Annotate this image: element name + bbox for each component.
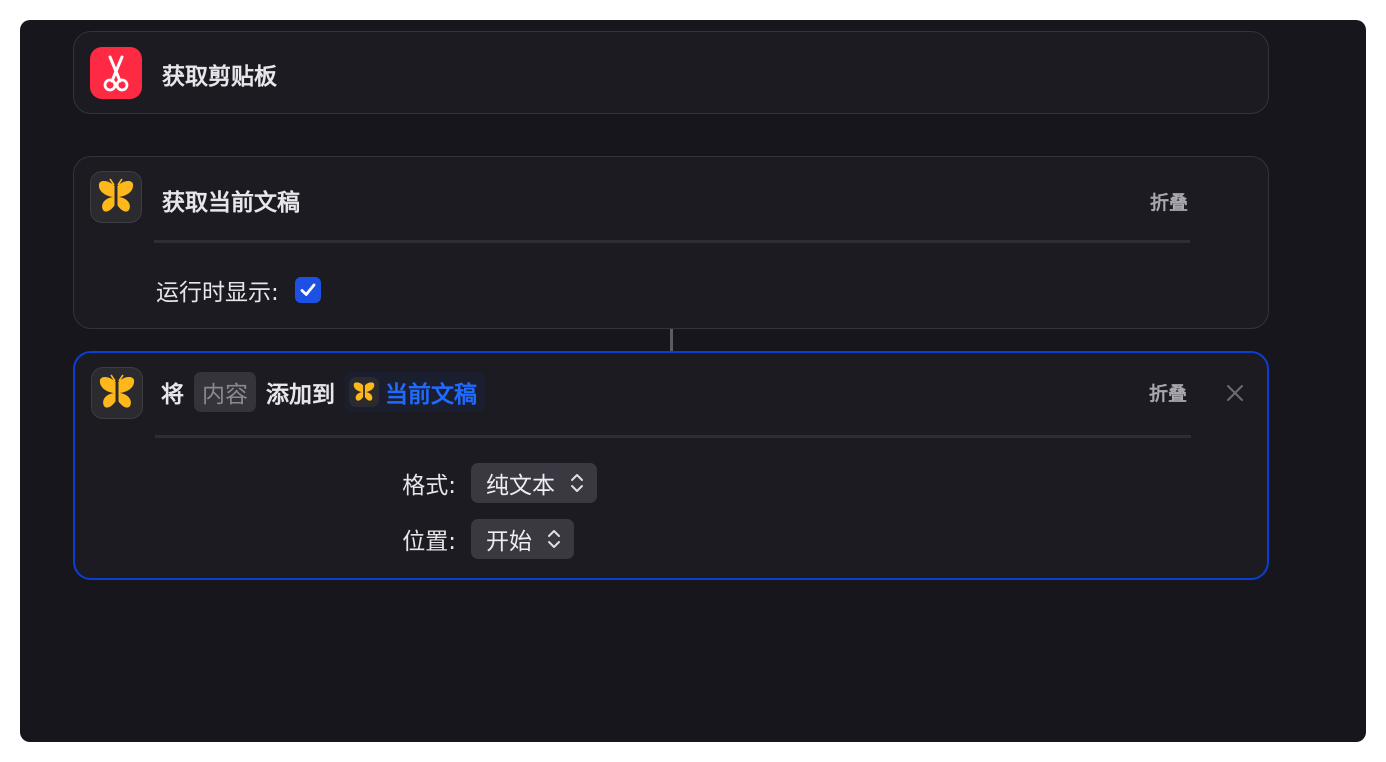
show-when-run-option: 运行时显示: [156,273,321,307]
current-sheet-variable[interactable]: 当前文稿 [345,372,485,412]
divider [155,435,1191,438]
position-row: 位置: 开始 [376,519,574,559]
scissors-icon [90,47,142,99]
action-title: 获取当前文稿 [162,190,300,216]
action-get-clipboard[interactable]: 获取剪贴板 [73,31,1269,114]
position-value: 开始 [486,529,532,555]
sentence-word: 添加到 [266,382,335,408]
show-when-run-checkbox[interactable] [294,277,321,303]
position-label: 位置: [402,529,456,555]
action-add-to-sheet[interactable]: 将 内容 添加到 当前文稿 折叠 格式: 纯文本 位置: 开始 [73,351,1269,580]
chevron-up-down-icon [548,530,560,548]
format-row: 格式: 纯文本 [376,463,597,503]
chevron-up-down-icon [571,474,583,492]
butterfly-icon [90,171,142,223]
format-popup[interactable]: 纯文本 [471,463,597,503]
variable-label: 当前文稿 [385,382,477,408]
show-when-run-label: 运行时显示: [156,280,279,306]
format-label: 格式: [402,473,456,499]
content-parameter[interactable]: 内容 [194,372,256,412]
action-get-current-sheet[interactable]: 获取当前文稿 折叠 运行时显示: [73,156,1269,329]
format-value: 纯文本 [486,473,555,499]
sentence-word: 将 [161,382,184,408]
butterfly-icon [349,377,379,407]
collapse-button[interactable]: 折叠 [1150,188,1188,215]
action-title: 获取剪贴板 [162,64,277,90]
checkmark-icon [300,283,316,296]
action-sentence: 将 内容 添加到 当前文稿 [161,372,485,412]
action-connector [670,329,673,351]
divider [154,240,1190,243]
position-popup[interactable]: 开始 [471,519,574,559]
butterfly-icon [91,367,143,419]
close-icon[interactable] [1223,381,1247,405]
collapse-button[interactable]: 折叠 [1149,379,1187,406]
shortcuts-editor-window: 获取剪贴板 获取当前文稿 折叠 运行时显示: 将 内容 添加到 当前文稿 折叠 … [20,20,1366,742]
